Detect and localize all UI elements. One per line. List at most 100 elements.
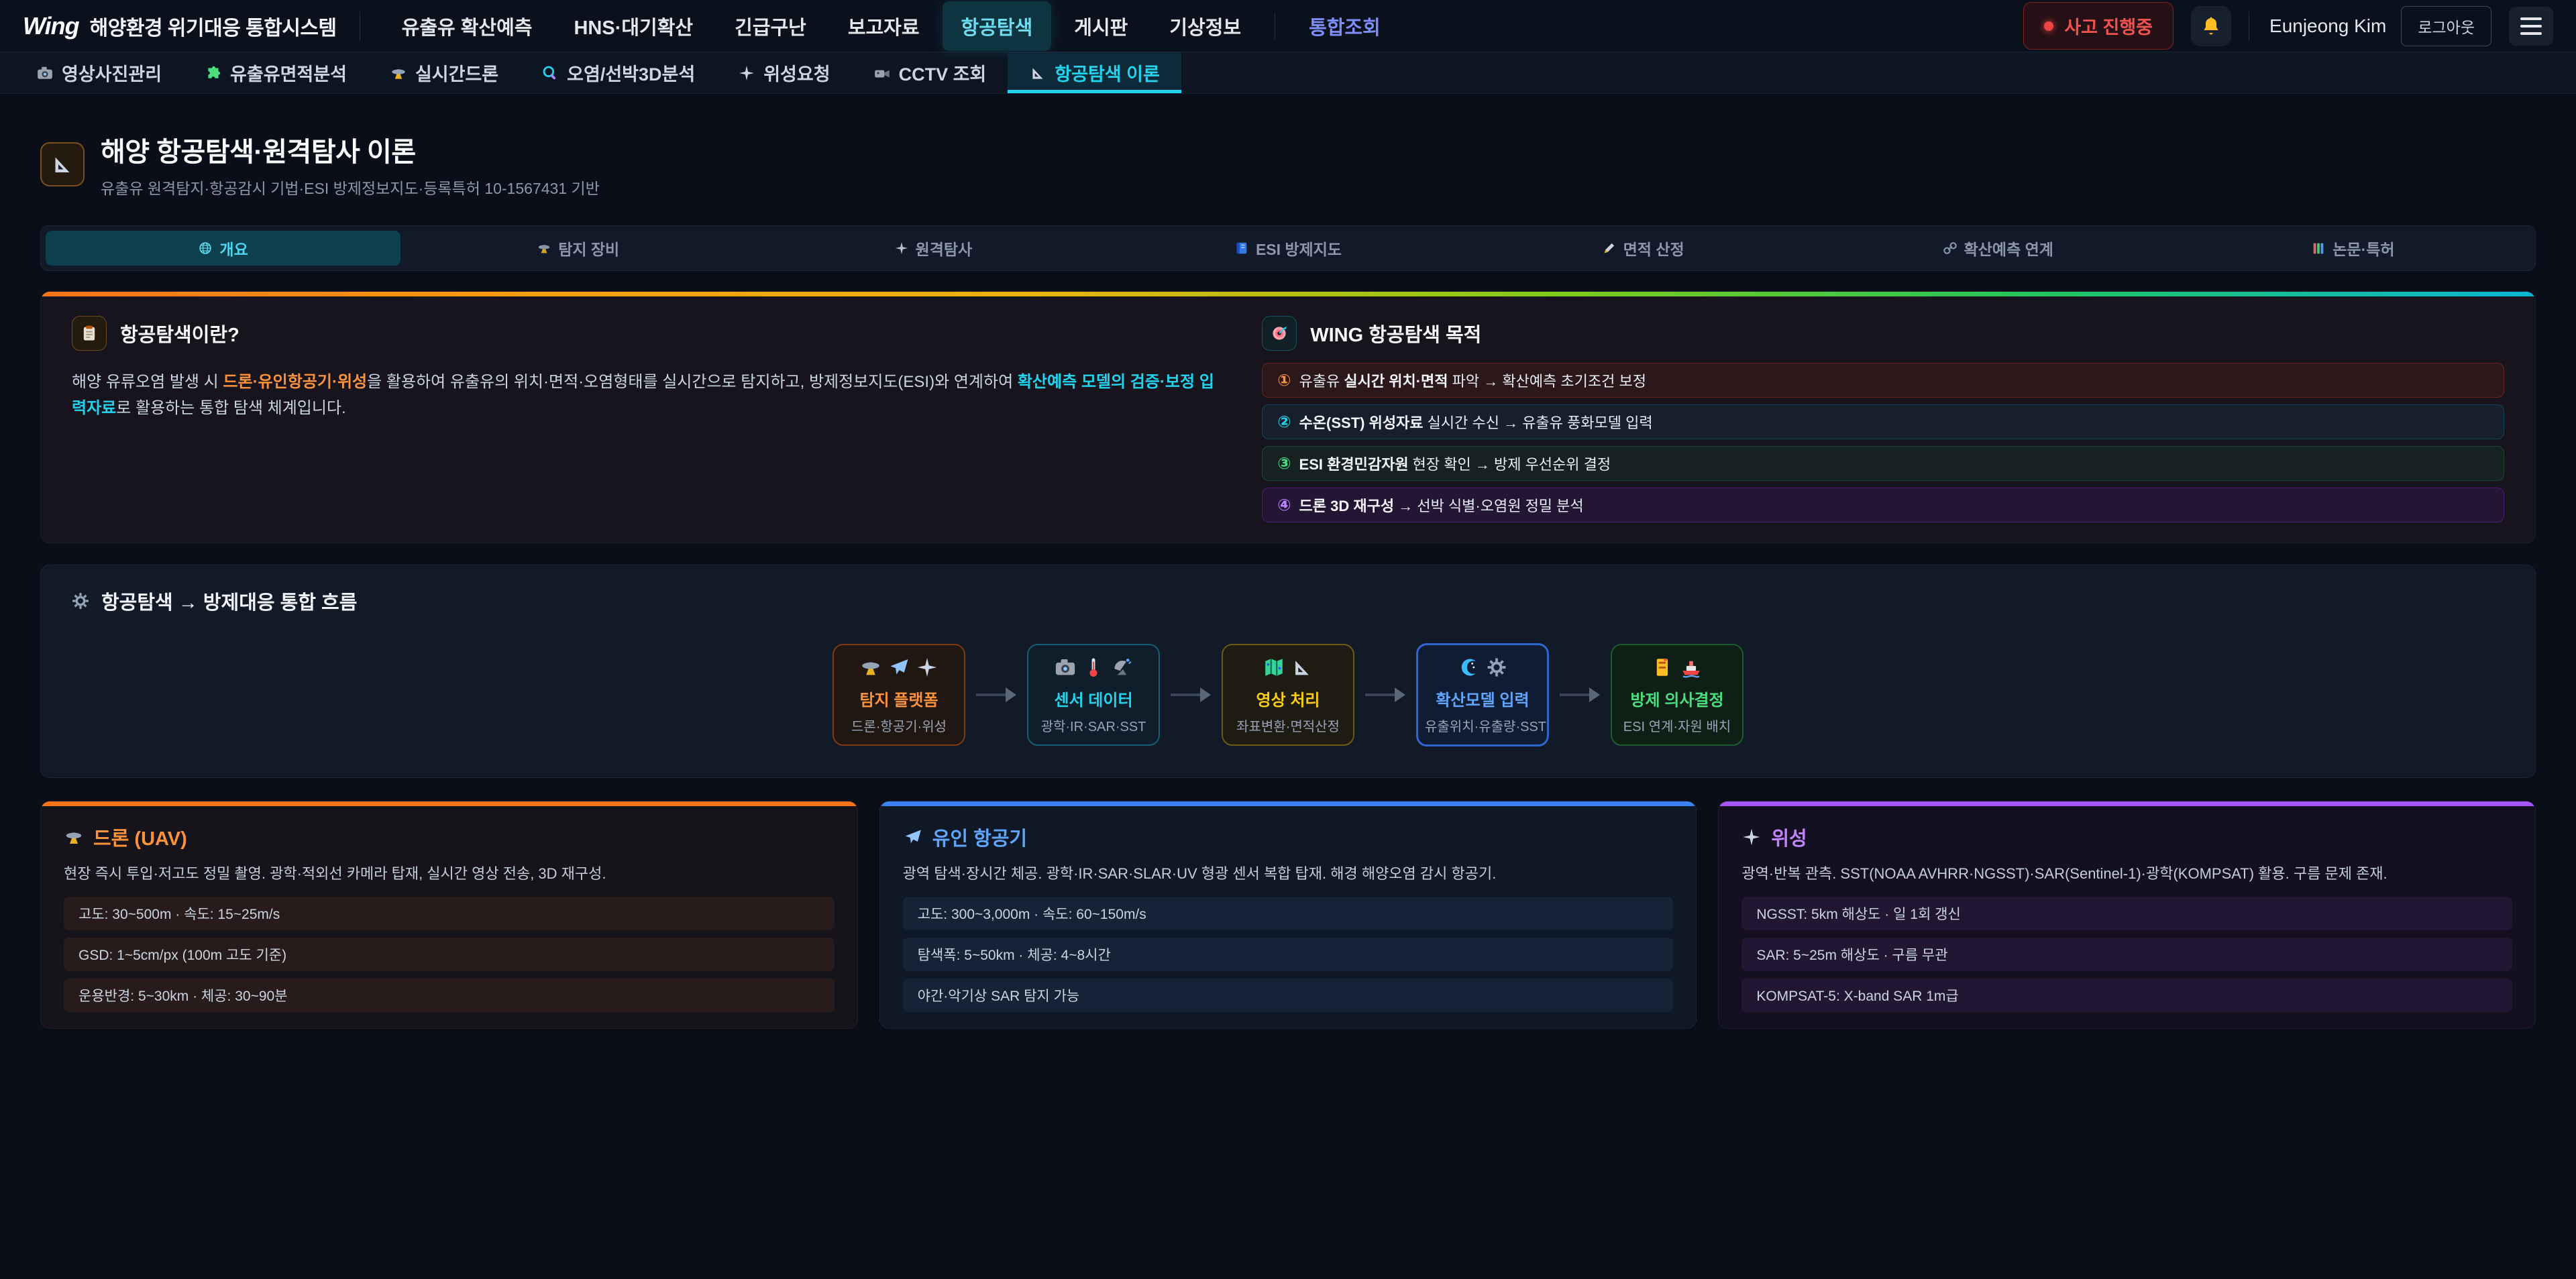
nav-item[interactable]: 게시판 bbox=[1055, 1, 1146, 51]
goal-number: ① bbox=[1277, 371, 1291, 390]
theory-tab-label: 확산예측 연계 bbox=[1964, 237, 2053, 260]
theory-tab-label: ESI 방제지도 bbox=[1256, 237, 1342, 260]
hamburger-menu-button[interactable] bbox=[2509, 7, 2553, 46]
ruler-icon bbox=[50, 152, 74, 176]
subnav-tab[interactable]: 오염/선박3D분석 bbox=[520, 52, 716, 93]
body-text: 해양 유류오염 발생 시 bbox=[72, 373, 223, 391]
magnifier-icon bbox=[541, 64, 559, 82]
goal-text: ESI 환경민감자원 현장 확인 → 방제 우선순위 결정 bbox=[1299, 453, 1611, 474]
goal-item: ② 수온(SST) 위성자료 실시간 수신 → 유출유 풍화모델 입력 bbox=[1262, 404, 2504, 439]
ufo-icon bbox=[64, 827, 84, 847]
platform-card-header: 위성 bbox=[1741, 823, 2512, 851]
pencil-icon bbox=[1602, 241, 1617, 256]
ruler-icon bbox=[1291, 656, 1313, 679]
theory-tab[interactable]: 개요 bbox=[46, 231, 400, 266]
subnav-tab-label: 오염/선박3D분석 bbox=[567, 60, 695, 86]
nav-item[interactable]: 통합조회 bbox=[1290, 1, 1399, 51]
gear-icon bbox=[1485, 656, 1508, 679]
notifications-button[interactable] bbox=[2191, 6, 2231, 46]
highlight-text: 드론·유인항공기·위성 bbox=[223, 373, 367, 391]
theory-tab[interactable]: 확산예측 연계 bbox=[1821, 231, 2176, 266]
platform-spec-list: 고도: 300~3,000m · 속도: 60~150m/s탐색폭: 5~50k… bbox=[903, 897, 1674, 1012]
spec-row: SAR: 5~25m 해상도 · 구름 무관 bbox=[1741, 938, 2512, 971]
platform-cards: 드론 (UAV) 현장 즉시 투입·저고도 정밀 촬영. 광학·적외선 카메라 탑… bbox=[40, 801, 2536, 1029]
platform-card-title: 위성 bbox=[1771, 823, 1807, 851]
goal-item: ① 유출유 실시간 위치·면적 파악 → 확산예측 초기조건 보정 bbox=[1262, 363, 2504, 398]
platform-card: 드론 (UAV) 현장 즉시 투입·저고도 정밀 촬영. 광학·적외선 카메라 탑… bbox=[40, 801, 858, 1029]
platform-card-description: 현장 즉시 투입·저고도 정밀 촬영. 광학·적외선 카메라 탑재, 실시간 영… bbox=[64, 863, 835, 885]
flow-step-title: 센서 데이터 bbox=[1035, 687, 1152, 710]
book-icon bbox=[1234, 241, 1249, 256]
bell-icon bbox=[2200, 15, 2222, 37]
goal-text: 드론 3D 재구성 → 선박 식별·오염원 정밀 분석 bbox=[1299, 494, 1584, 516]
flow-step-subtitle: 좌표변환·면적산정 bbox=[1230, 716, 1346, 735]
flow-step-title: 영상 처리 bbox=[1230, 687, 1346, 710]
goal-list: ① 유출유 실시간 위치·면적 파악 → 확산예측 초기조건 보정 ② 수온(SST)… bbox=[1262, 363, 2504, 522]
theory-tab[interactable]: 원격탐사 bbox=[755, 231, 1110, 266]
subnav-tab[interactable]: 항공탐색 이론 bbox=[1008, 52, 1181, 93]
cabinet-icon bbox=[1652, 656, 1674, 679]
platform-card-header: 유인 항공기 bbox=[903, 823, 1674, 851]
flow-arrow-icon bbox=[1560, 687, 1600, 702]
flow-step: 방제 의사결정ESI 연계·자원 배치 bbox=[1611, 644, 1743, 746]
ufo-icon bbox=[390, 64, 407, 82]
subnav-tab-label: 항공탐색 이론 bbox=[1055, 60, 1160, 86]
theory-tab[interactable]: 탐지 장비 bbox=[400, 231, 755, 266]
subnav-tab-label: 유출유면적분석 bbox=[230, 60, 347, 86]
subnav-tab-label: CCTV 조회 bbox=[899, 60, 987, 86]
spec-row: 고도: 300~3,000m · 속도: 60~150m/s bbox=[903, 897, 1674, 930]
body-text: 로 활용하는 통합 탐색 체계입니다. bbox=[116, 399, 345, 417]
nav-item[interactable]: 긴급구난 bbox=[716, 1, 825, 51]
purpose-section: WING 항공탐색 목적 ① 유출유 실시간 위치·면적 파악 → 확산예측 초기… bbox=[1262, 316, 2504, 522]
theory-tab[interactable]: 면적 산정 bbox=[1466, 231, 1821, 266]
goal-number: ③ bbox=[1277, 454, 1291, 474]
user-name: Eunjeong Kim bbox=[2269, 15, 2386, 37]
nav-item[interactable]: 보고자료 bbox=[829, 1, 938, 51]
platform-spec-list: 고도: 30~500m · 속도: 15~25m/sGSD: 1~5cm/px … bbox=[64, 897, 835, 1012]
subnav-tab[interactable]: 위성요청 bbox=[716, 52, 851, 93]
platform-card-header: 드론 (UAV) bbox=[64, 823, 835, 851]
satellite-icon bbox=[916, 656, 938, 679]
flow-step-icons bbox=[841, 656, 957, 679]
flow-step-title: 탐지 플랫폼 bbox=[841, 687, 957, 710]
theory-tab-label: 원격탐사 bbox=[916, 237, 973, 260]
nav-item[interactable]: 유출유 확산예측 bbox=[383, 1, 551, 51]
incident-status-badge: 사고 진행중 bbox=[2023, 2, 2174, 50]
theory-tab[interactable]: ESI 방제지도 bbox=[1110, 231, 1465, 266]
map-icon bbox=[1263, 656, 1285, 679]
flow-step-icons bbox=[1035, 656, 1152, 679]
photocam-icon bbox=[36, 64, 54, 82]
purpose-section-title: WING 항공탐색 목적 bbox=[1310, 319, 1481, 347]
videocam-icon bbox=[873, 64, 891, 82]
flow-step-icons bbox=[1425, 656, 1540, 679]
what-section-title: 항공탐색이란? bbox=[120, 319, 239, 347]
flow-step-subtitle: 드론·항공기·위성 bbox=[841, 716, 957, 735]
subnav-tab-label: 위성요청 bbox=[763, 60, 830, 86]
subnav-tab-label: 영상사진관리 bbox=[62, 60, 162, 86]
flow-step-subtitle: ESI 연계·자원 배치 bbox=[1619, 716, 1735, 735]
subnav-tab[interactable]: 영상사진관리 bbox=[15, 52, 183, 93]
spec-row: 운용반경: 5~30km · 체공: 30~90분 bbox=[64, 979, 835, 1012]
ship-icon bbox=[1680, 656, 1703, 679]
subnav-tab[interactable]: 실시간드론 bbox=[368, 52, 520, 93]
spec-row: NGSST: 5km 해상도 · 일 1회 갱신 bbox=[1741, 897, 2512, 930]
wave-icon bbox=[1457, 656, 1480, 679]
goal-text: 유출유 실시간 위치·면적 파악 → 확산예측 초기조건 보정 bbox=[1299, 370, 1646, 391]
satellite-icon bbox=[738, 64, 755, 82]
goal-number: ② bbox=[1277, 412, 1291, 432]
logout-button[interactable]: 로그아웃 bbox=[2401, 6, 2491, 46]
what-section: 항공탐색이란? 해양 유류오염 발생 시 드론·유인항공기·위성을 활용하여 유… bbox=[72, 316, 1215, 522]
flow-step-icons bbox=[1230, 656, 1346, 679]
what-paragraph: 해양 유류오염 발생 시 드론·유인항공기·위성을 활용하여 유출유의 위치·면… bbox=[72, 370, 1215, 422]
secondary-navbar: 영상사진관리 유출유면적분석 실시간드론 오염/선박3D분석 위성요청 CCTV 조회 항공… bbox=[0, 52, 2576, 94]
nav-item[interactable]: HNS·대기확산 bbox=[555, 1, 712, 51]
subnav-tab[interactable]: CCTV 조회 bbox=[852, 52, 1008, 93]
goal-item: ③ ESI 환경민감자원 현장 확인 → 방제 우선순위 결정 bbox=[1262, 446, 2504, 481]
nav-item[interactable]: 기상정보 bbox=[1150, 1, 1260, 51]
theory-tab[interactable]: 논문·특허 bbox=[2176, 231, 2530, 266]
platform-card-title: 드론 (UAV) bbox=[93, 823, 187, 851]
subnav-tab[interactable]: 유출유면적분석 bbox=[183, 52, 368, 93]
ruler-icon bbox=[1029, 64, 1046, 82]
nav-item[interactable]: 항공탐색 bbox=[943, 1, 1052, 51]
goal-text: 수온(SST) 위성자료 실시간 수신 → 유출유 풍화모델 입력 bbox=[1299, 411, 1653, 433]
